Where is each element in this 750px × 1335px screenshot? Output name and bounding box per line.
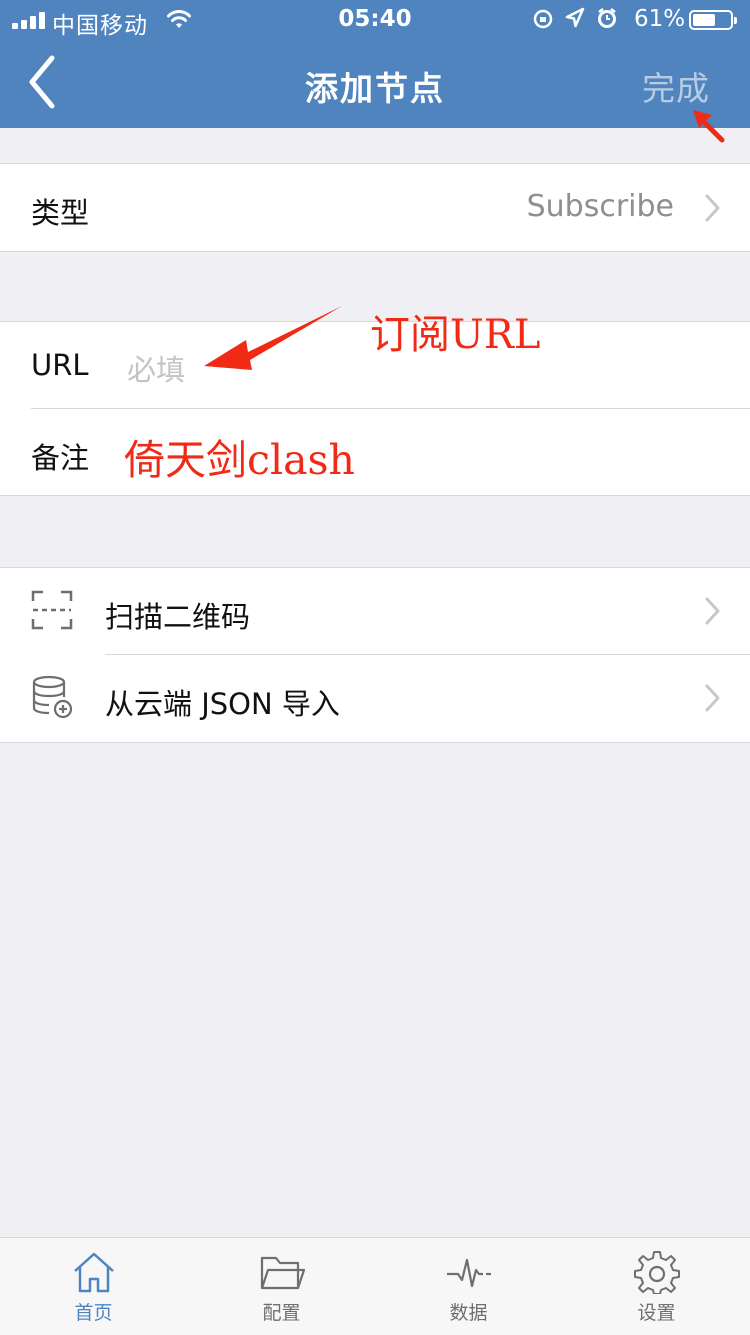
tab-home[interactable]: 首页: [0, 1238, 187, 1335]
status-bar: 中国移动 05:40 61%: [0, 0, 750, 40]
tab-data[interactable]: 数据: [375, 1238, 562, 1335]
tab-settings[interactable]: 设置: [563, 1238, 750, 1335]
annotation-url-hint: 订阅URL: [370, 312, 541, 358]
menu-item-label: 从云端 JSON 导入: [105, 687, 340, 721]
menu-item-scan-qr[interactable]: 扫描二维码: [0, 568, 750, 654]
tab-bar: 首页 配置 数据 设置: [0, 1237, 750, 1335]
gear-icon: [634, 1251, 680, 1294]
url-label: URL: [31, 348, 89, 382]
note-row: 备注: [0, 409, 750, 495]
tab-label: 数据: [449, 1302, 488, 1324]
menu-item-import-json[interactable]: 从云端 JSON 导入: [0, 655, 750, 742]
type-label: 类型: [31, 196, 90, 230]
type-value: Subscribe: [526, 189, 674, 224]
alarm-icon: [598, 8, 616, 28]
tab-label: 配置: [262, 1302, 301, 1324]
chevron-right-icon: [705, 194, 720, 222]
type-section: 类型 Subscribe: [0, 163, 750, 252]
tab-label: 设置: [637, 1302, 676, 1324]
battery-icon: [689, 10, 737, 30]
note-label: 备注: [31, 441, 90, 475]
tab-config[interactable]: 配置: [188, 1238, 375, 1335]
folder-icon: [260, 1256, 305, 1290]
battery-percentage: 61%: [634, 6, 686, 32]
rotation-lock-icon: [533, 9, 553, 29]
import-menu-section: 扫描二维码 从云端 JSON 导入: [0, 567, 750, 743]
annotation-note-hint: 倚天剑clash: [124, 436, 355, 484]
type-row[interactable]: 类型 Subscribe: [0, 164, 750, 251]
home-icon: [74, 1252, 114, 1293]
menu-item-label: 扫描二维码: [105, 600, 251, 634]
scan-qr-icon: [31, 590, 73, 630]
location-icon: [565, 7, 585, 28]
chevron-right-icon: [705, 597, 720, 625]
pulse-icon: [447, 1258, 491, 1288]
url-input[interactable]: 必填: [127, 347, 185, 389]
tab-label: 首页: [74, 1302, 113, 1324]
page-title: 添加节点: [305, 69, 445, 108]
annotation-arrow-done: [693, 110, 725, 143]
annotation-arrow-url: [204, 306, 342, 370]
chevron-right-icon: [705, 684, 720, 712]
done-button[interactable]: 完成: [642, 62, 710, 110]
navigation-bar: 中国移动 05:40 61% 添加节点 完成: [0, 0, 750, 128]
database-add-icon: [32, 675, 73, 719]
